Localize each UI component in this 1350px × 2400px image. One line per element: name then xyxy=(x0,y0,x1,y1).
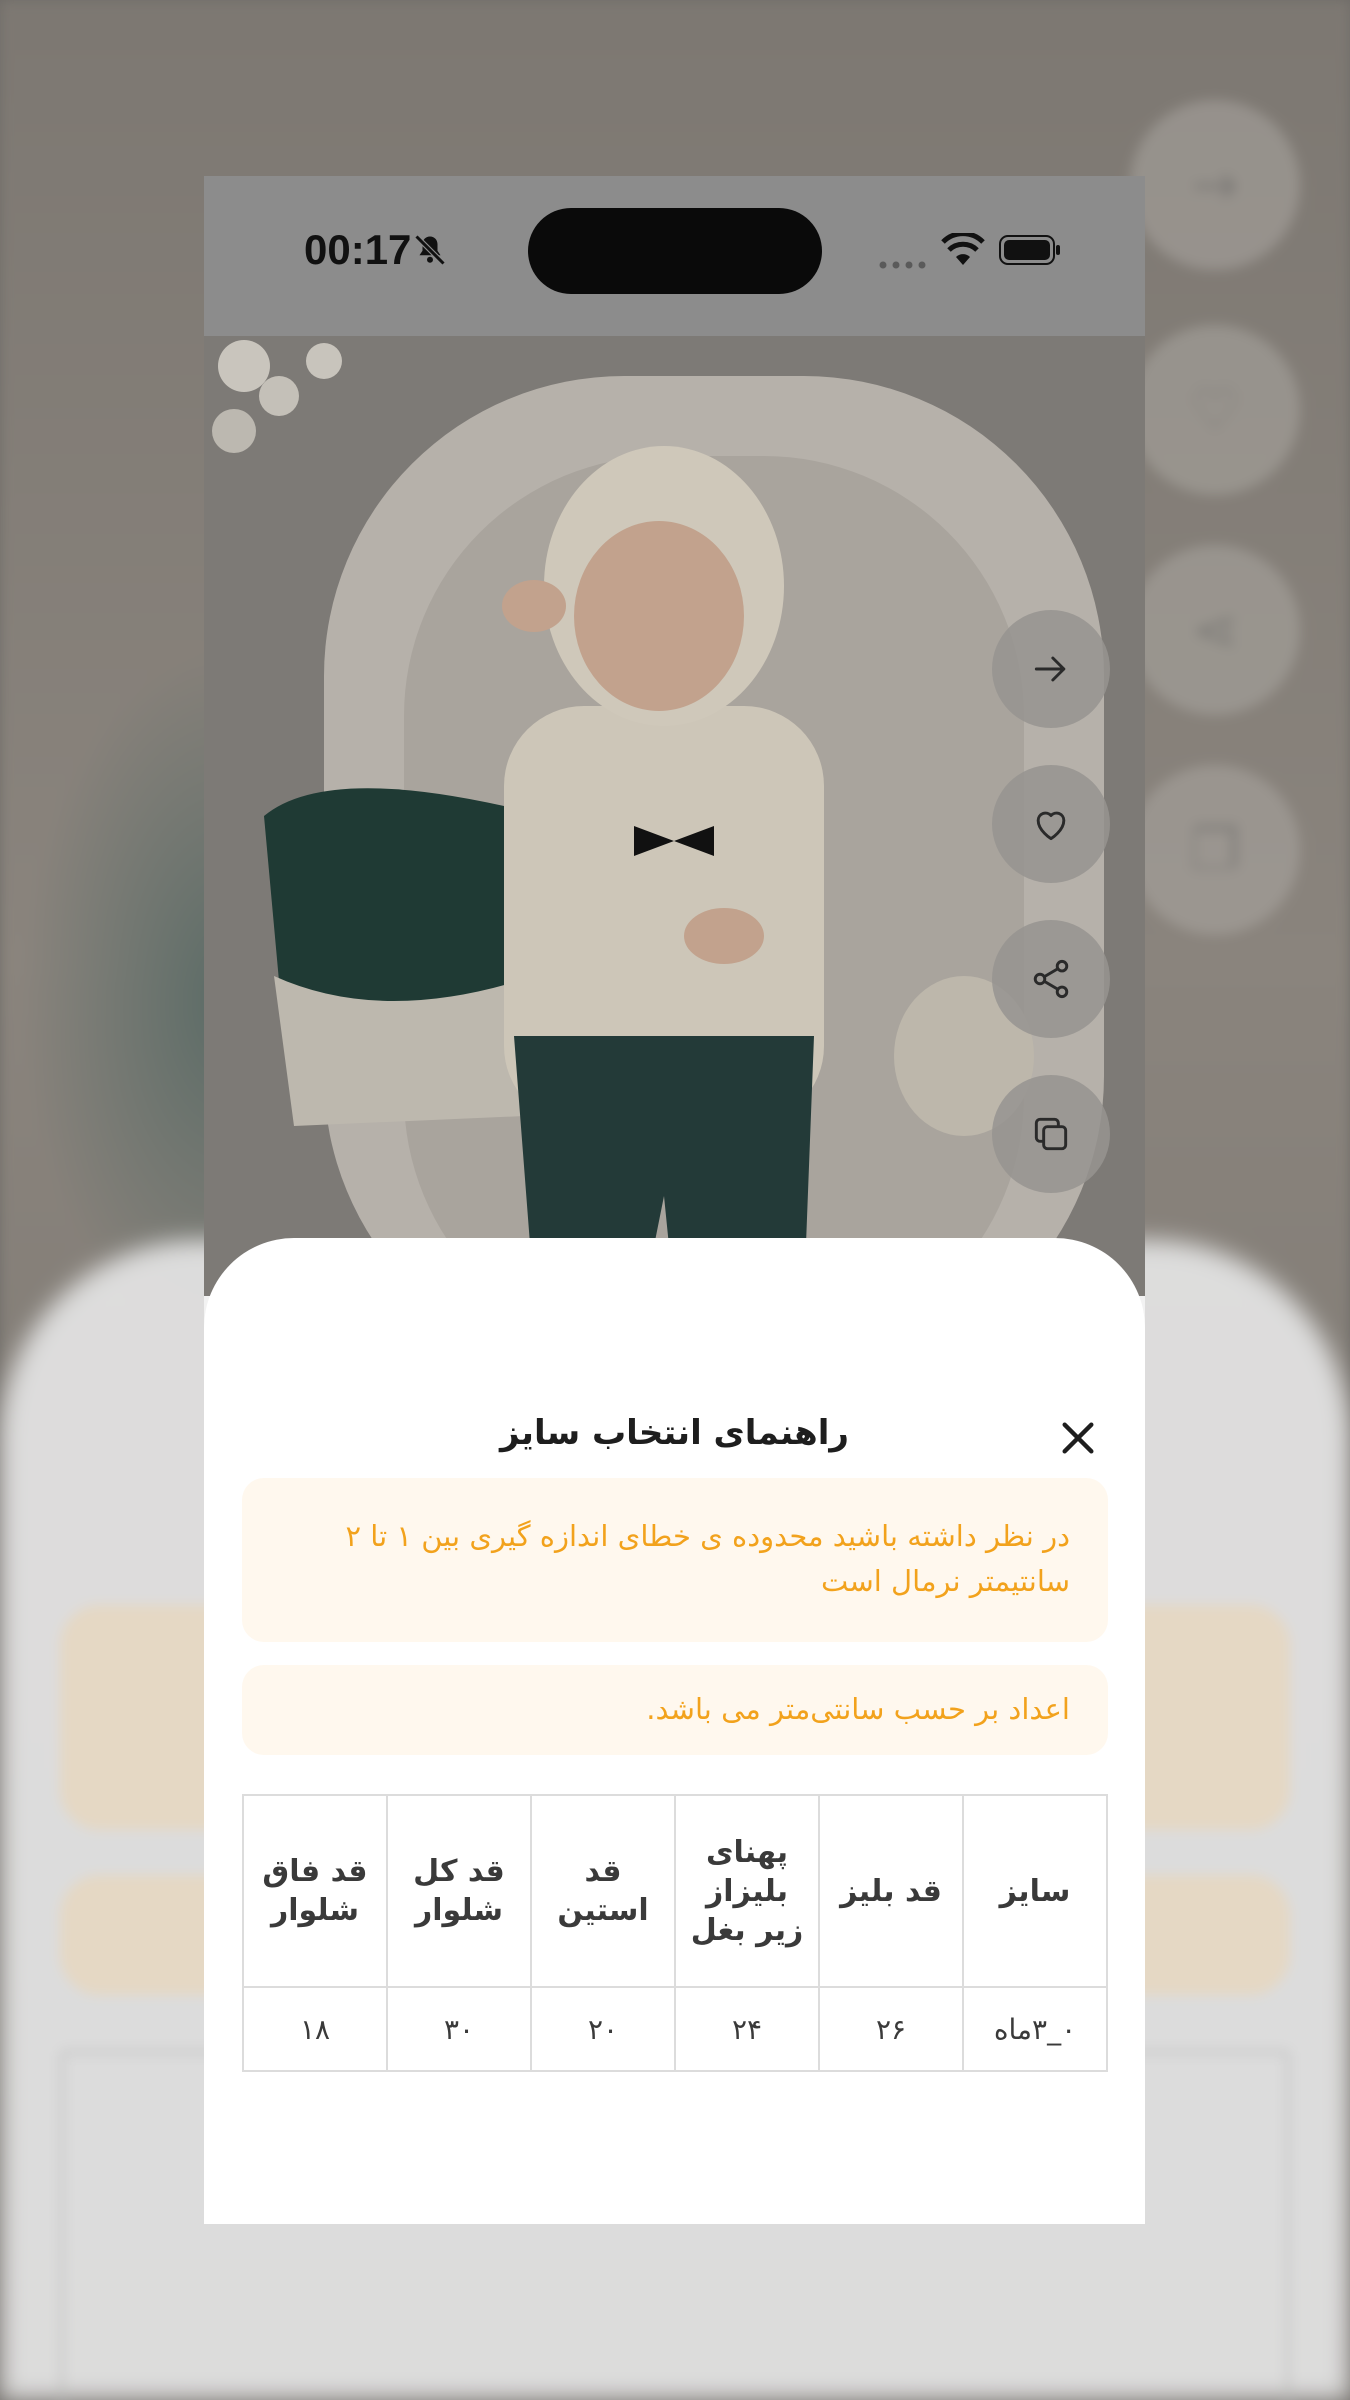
status-bar: 00:17 xyxy=(204,176,1145,336)
table-cell: ۱۸ xyxy=(242,1986,388,2072)
table-cell: ۲۴ xyxy=(674,1986,820,2072)
column-header: سایز xyxy=(962,1794,1108,1988)
table-row: ۰_۳ماه ۲۶ ۲۴ ۲۰ ۳۰ ۱۸ xyxy=(242,1986,1108,2072)
column-header: قد کل شلوار xyxy=(386,1794,532,1988)
table-cell: ۰_۳ماه xyxy=(962,1986,1108,2072)
tolerance-notice: در نظر داشته باشید محدوده ی خطای اندازه … xyxy=(242,1478,1108,1642)
table-cell: ۲۶ xyxy=(818,1986,964,2072)
column-header: قد فاق شلوار xyxy=(242,1794,388,1988)
table-cell: ۳۰ xyxy=(386,1986,532,2072)
product-photo xyxy=(204,336,1145,1296)
close-icon[interactable] xyxy=(1058,1418,1098,1458)
ghost-share-icon: ⋖ xyxy=(1130,545,1300,715)
copy-icon xyxy=(1034,1117,1068,1151)
arrow-right-icon xyxy=(1034,656,1066,682)
wifi-icon xyxy=(941,233,985,265)
status-time: 00:17 xyxy=(304,226,412,273)
bell-muted-icon xyxy=(414,234,446,266)
column-header: قد بلیز xyxy=(818,1794,964,1988)
table-cell: ۲۰ xyxy=(530,1986,676,2072)
battery-icon xyxy=(999,235,1060,265)
phone-screen: 00:17 راهنمای انتخاب سایز در نظر داشته ب… xyxy=(204,176,1145,2224)
column-header: پهنای بلیزاز زیر بغل xyxy=(674,1794,820,1988)
column-header: قد استین xyxy=(530,1794,676,1988)
size-table: سایز قد بلیز پهنای بلیزاز زیر بغل قد است… xyxy=(242,1794,1108,2072)
dynamic-island xyxy=(528,208,822,294)
ghost-arrow-icon: → xyxy=(1130,100,1300,270)
forward-button[interactable] xyxy=(992,610,1110,728)
copy-button[interactable] xyxy=(992,1075,1110,1193)
cell-signal-icon xyxy=(879,261,926,269)
ghost-heart-icon: ♡ xyxy=(1130,325,1300,495)
favorite-button[interactable] xyxy=(992,765,1110,883)
share-button[interactable] xyxy=(992,920,1110,1038)
share-icon xyxy=(1033,959,1069,999)
ghost-copy-icon: ❐ xyxy=(1130,765,1300,935)
table-header-row: سایز قد بلیز پهنای بلیزاز زیر بغل قد است… xyxy=(242,1794,1108,1988)
units-notice: اعداد بر حسب سانتی‌متر می باشد. xyxy=(242,1665,1108,1755)
sheet-title: راهنمای انتخاب سایز xyxy=(500,1413,849,1453)
size-guide-sheet: راهنمای انتخاب سایز در نظر داشته باشید م… xyxy=(204,1238,1145,2224)
heart-icon xyxy=(1036,811,1066,841)
